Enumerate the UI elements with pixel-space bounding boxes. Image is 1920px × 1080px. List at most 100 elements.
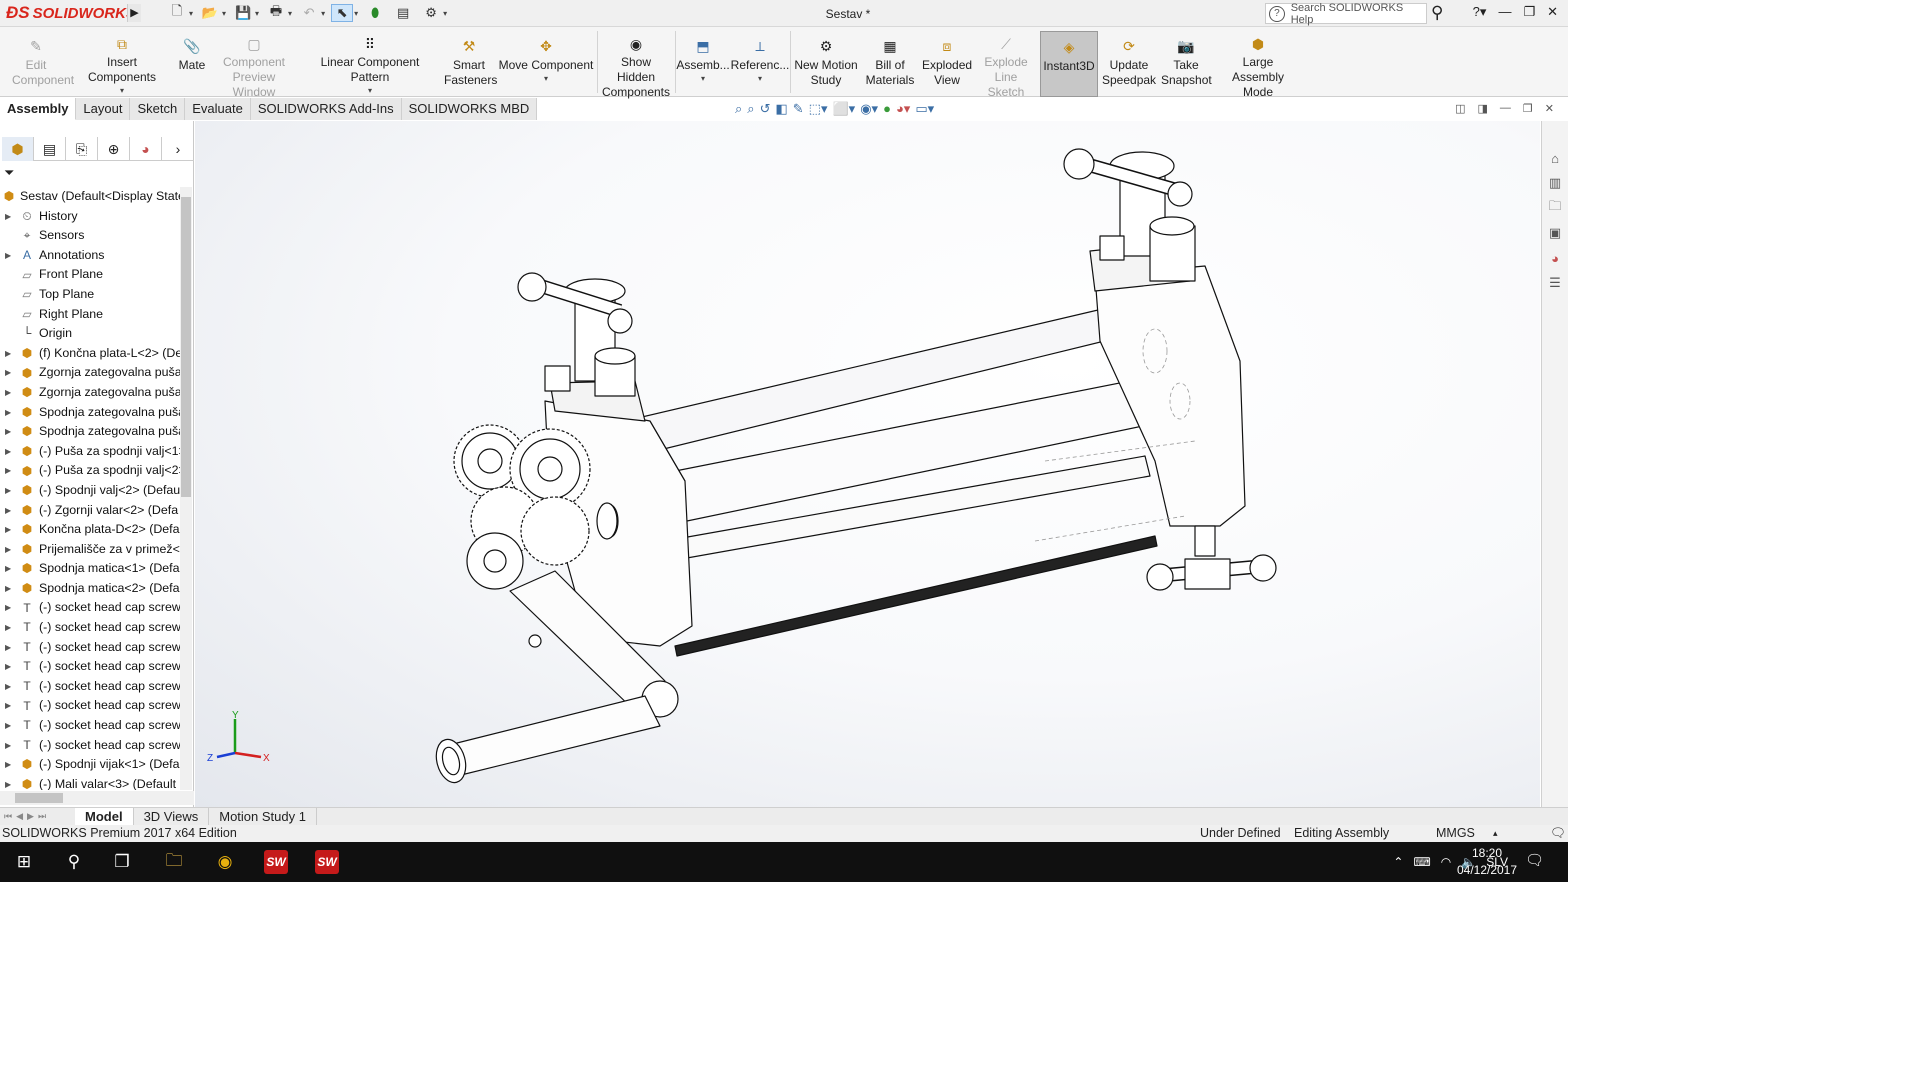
view-palette-icon[interactable]: ▣: [1543, 222, 1567, 244]
exploded-view-button[interactable]: ⧈ Exploded View: [920, 27, 974, 97]
save-dropdown-icon[interactable]: ▾: [255, 9, 259, 18]
expand-arrow-icon[interactable]: ▶: [5, 540, 11, 560]
tab-sketch[interactable]: Sketch: [130, 98, 186, 120]
viewport-split-icon[interactable]: ◫: [1455, 102, 1465, 115]
tree-root-assembly[interactable]: ⬢ Sestav (Default<Display State-1>): [0, 187, 180, 207]
mate-button[interactable]: 📎 Mate: [174, 27, 210, 97]
solidworks-taskbar-app-icon[interactable]: SW: [264, 850, 288, 874]
tab-solidworks-mbd[interactable]: SOLIDWORKS MBD: [401, 98, 538, 120]
expand-arrow-icon[interactable]: ▶: [5, 481, 11, 501]
dynamic-annotation-icon[interactable]: ✎: [793, 101, 804, 117]
new-document-icon[interactable]: 🗋: [166, 3, 188, 22]
tab-assembly[interactable]: Assembly: [0, 98, 77, 120]
select-cursor-icon[interactable]: ⬉: [331, 4, 354, 22]
first-tab-icon[interactable]: ⏮: [4, 811, 12, 822]
tree-item[interactable]: ▶ ⬢ Spodnja matica<1> (Defa: [0, 559, 180, 579]
tree-item[interactable]: ▶ ⬢ (-) Mali valar<3> (Default: [0, 775, 180, 790]
hide-show-items-icon[interactable]: ◉▾: [860, 101, 878, 117]
new-dropdown-icon[interactable]: ▾: [189, 9, 193, 18]
wifi-icon[interactable]: ◠: [1441, 855, 1451, 869]
tree-item[interactable]: ▶ ⬢ Spodnja zategovalna puša: [0, 422, 180, 442]
view-orientation-icon[interactable]: ⬚▾: [809, 101, 828, 117]
file-properties-icon[interactable]: ▤: [392, 4, 414, 22]
tree-item[interactable]: ▶ ⬢ Zgornja zategovalna puša: [0, 363, 180, 383]
large-assembly-mode-button[interactable]: ⬢ Large Assembly Mode: [1214, 27, 1302, 100]
tree-item[interactable]: ▶ T (-) socket head cap screw: [0, 736, 180, 756]
expand-arrow-icon[interactable]: ▶: [5, 363, 11, 383]
scroll-thumb[interactable]: [15, 793, 63, 803]
solidworks-logo[interactable]: ƉS SOLIDWORKS: [6, 3, 136, 23]
zoom-to-area-icon[interactable]: ⌕: [747, 101, 754, 117]
show-hidden-icons-chevron-icon[interactable]: ⌃: [1393, 855, 1403, 869]
tab-navigation-arrows[interactable]: ⏮ ◀ ▶ ⏭: [0, 808, 75, 825]
tree-item[interactable]: ▶ ⬢ (f) Končna plata-L<2> (De: [0, 344, 180, 364]
tree-item[interactable]: ▶ ⬢ Spodnja matica<2> (Defa: [0, 579, 180, 599]
tree-item[interactable]: ▶ T (-) socket head cap screw: [0, 638, 180, 658]
print-dropdown-icon[interactable]: ▾: [288, 9, 292, 18]
move-component-dropdown-icon[interactable]: ▾: [544, 71, 548, 86]
select-dropdown-icon[interactable]: ▾: [354, 9, 358, 18]
viewport-minimize-icon[interactable]: —: [1500, 102, 1511, 115]
propertymanager-tab-icon[interactable]: ▤: [34, 137, 66, 161]
tab-layout[interactable]: Layout: [76, 98, 131, 120]
expand-arrow-icon[interactable]: ▶: [5, 383, 11, 403]
bill-of-materials-button[interactable]: ▦ Bill of Materials: [862, 27, 918, 97]
tree-item[interactable]: ▱ Top Plane: [0, 285, 180, 305]
tree-item[interactable]: ▶ ⬢ Spodnja zategovalna puša: [0, 403, 180, 423]
new-motion-study-button[interactable]: ⚙ New Motion Study: [792, 27, 860, 97]
units-selector[interactable]: MMGS: [1436, 825, 1475, 842]
network-status-icon[interactable]: ⌨: [1413, 855, 1430, 869]
expand-arrow-icon[interactable]: ▶: [5, 442, 11, 462]
zoom-to-fit-icon[interactable]: ⌕: [735, 101, 742, 117]
component-preview-window-button[interactable]: ▢ Component Preview Window: [212, 27, 296, 100]
chrome-icon[interactable]: ◉: [209, 848, 241, 876]
expand-arrow-icon[interactable]: ▶: [5, 559, 11, 579]
tree-item[interactable]: ▱ Front Plane: [0, 265, 180, 285]
rebuild-traffic-light-icon[interactable]: ⬮: [364, 4, 386, 22]
insert-components-dropdown-icon[interactable]: ▾: [120, 83, 124, 98]
tree-horizontal-scrollbar[interactable]: [0, 791, 194, 805]
tree-item[interactable]: ▶ ⬢ Zgornja zategovalna puša: [0, 383, 180, 403]
options-gear-icon[interactable]: ⚙: [420, 4, 442, 22]
section-view-icon[interactable]: ◧: [775, 101, 787, 117]
search-icon[interactable]: ⚲: [1431, 3, 1443, 23]
expand-arrow-icon[interactable]: ▶: [5, 657, 11, 677]
expand-arrow-icon[interactable]: ▶: [5, 618, 11, 638]
dimxpertmanager-tab-icon[interactable]: ⊕: [98, 137, 130, 161]
menu-expand-arrow-icon[interactable]: ▶: [127, 4, 141, 22]
units-dropdown-icon[interactable]: ▴: [1493, 825, 1498, 842]
file-explorer-icon[interactable]: 🗀: [1543, 197, 1567, 219]
update-speedpak-button[interactable]: ⟳ Update Speedpak: [1101, 27, 1157, 97]
expand-arrow-icon[interactable]: ▶: [5, 579, 11, 599]
tree-item[interactable]: ▱ Right Plane: [0, 305, 180, 325]
tree-item[interactable]: ▶ ⬢ (-) Puša za spodnji valj<2>: [0, 461, 180, 481]
featuremanager-tab-icon[interactable]: ⬢: [2, 137, 34, 161]
apply-scene-icon[interactable]: ◕▾: [896, 101, 910, 117]
tab-motion-study-1[interactable]: Motion Study 1: [209, 808, 317, 825]
solidworks-taskbar-app-icon[interactable]: SW: [315, 850, 339, 874]
tree-item[interactable]: ▶ T (-) socket head cap screw: [0, 618, 180, 638]
tree-item[interactable]: ▶ T (-) socket head cap screw: [0, 598, 180, 618]
expand-arrow-icon[interactable]: ▶: [5, 520, 11, 540]
expand-arrow-icon[interactable]: ▶: [5, 501, 11, 521]
help-dropdown-icon[interactable]: ?▾: [1473, 4, 1487, 20]
search-icon[interactable]: ⚲: [58, 848, 90, 876]
restore-icon[interactable]: ❐: [1523, 4, 1535, 20]
close-icon[interactable]: ✕: [1547, 4, 1558, 20]
explode-line-sketch-button[interactable]: ⟋ Explode Line Sketch: [975, 27, 1037, 100]
expand-arrow-icon[interactable]: ▶: [5, 736, 11, 756]
left-tension-knob[interactable]: [517, 272, 636, 397]
expand-arrow-icon[interactable]: ▶: [5, 422, 11, 442]
expand-arrow-icon[interactable]: ▶: [5, 207, 11, 227]
next-tab-icon[interactable]: ▶: [27, 811, 34, 822]
viewport-close-icon[interactable]: ✕: [1545, 102, 1554, 115]
last-tab-icon[interactable]: ⏭: [38, 811, 46, 822]
reference-geometry-button[interactable]: ⟂ Referenc... ▾: [731, 27, 790, 97]
undo-icon[interactable]: ↶: [298, 4, 320, 22]
tree-item[interactable]: ▶ ⬢ Končna plata-D<2> (Defa: [0, 520, 180, 540]
options-dropdown-icon[interactable]: ▾: [443, 9, 447, 18]
expand-arrow-icon[interactable]: ▶: [5, 775, 11, 790]
take-snapshot-button[interactable]: 📷 Take Snapshot: [1160, 27, 1212, 97]
home-icon[interactable]: ⌂: [1543, 147, 1567, 169]
expand-arrow-icon[interactable]: ▶: [5, 403, 11, 423]
